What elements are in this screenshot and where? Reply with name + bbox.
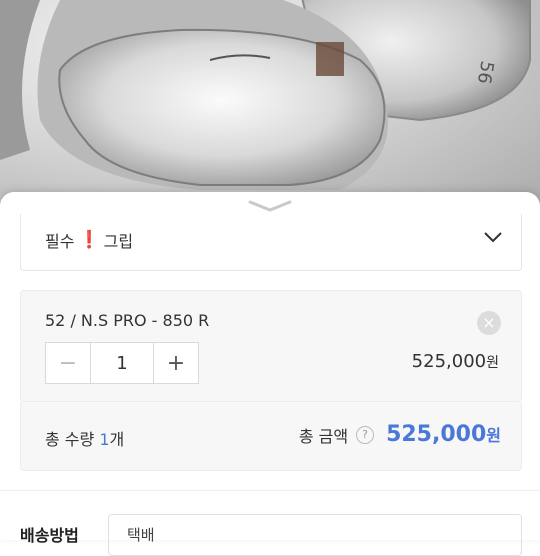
required-text: 필수 — [45, 232, 75, 251]
chevron-down-icon — [248, 200, 292, 212]
remove-item-button[interactable]: × — [477, 311, 501, 335]
total-price-currency: 원 — [486, 426, 501, 445]
divider — [0, 490, 540, 491]
total-quantity-value: 1 — [99, 430, 110, 449]
option-label: 필수 ❗ 그립 — [45, 228, 133, 252]
order-total: 총 수량 1개 총 금액 ? 525,000원 — [20, 402, 522, 471]
shipping-method-value: 택배 — [127, 526, 155, 544]
quantity-input[interactable]: 1 — [91, 343, 153, 383]
item-price: 525,000원 — [412, 351, 499, 372]
total-quantity-label: 총 수량 — [45, 430, 100, 449]
option-bottom-sheet: 필수 ❗ 그립 52 / N.S PRO - 850 R × − 1 + 525… — [0, 192, 540, 556]
total-price: 525,000원 — [386, 422, 501, 447]
increase-quantity-button[interactable]: + — [153, 343, 198, 383]
help-icon[interactable]: ? — [356, 425, 375, 444]
required-icon: ❗ — [78, 230, 100, 250]
decrease-quantity-button[interactable]: − — [46, 343, 91, 383]
sheet-collapse-handle[interactable] — [246, 198, 294, 214]
quantity-stepper: − 1 + — [45, 342, 199, 384]
item-price-currency: 원 — [486, 355, 499, 371]
selected-item-name: 52 / N.S PRO - 850 R — [45, 311, 210, 330]
total-quantity: 총 수량 1개 — [45, 426, 124, 450]
total-amount-label: 총 금액 — [298, 426, 349, 446]
product-photo: 56 — [0, 0, 540, 215]
item-price-value: 525,000 — [411, 351, 487, 372]
option-name: 그립 — [103, 232, 134, 251]
shipping-method-label: 배송방법 — [20, 526, 79, 545]
shipping-method-select[interactable]: 택배 — [108, 514, 522, 556]
maker-seal-stamp — [316, 42, 344, 76]
selected-item-card: 52 / N.S PRO - 850 R × − 1 + 525,000원 — [20, 290, 522, 402]
option-select-grip[interactable]: 필수 ❗ 그립 — [20, 214, 522, 271]
chevron-down-icon — [484, 232, 502, 243]
total-quantity-unit: 개 — [109, 430, 125, 449]
total-price-value: 525,000 — [386, 422, 487, 447]
total-amount: 총 금액 ? 525,000원 — [299, 422, 501, 447]
close-icon: × — [482, 313, 496, 332]
loft-number-engraving: 56 — [473, 59, 498, 85]
